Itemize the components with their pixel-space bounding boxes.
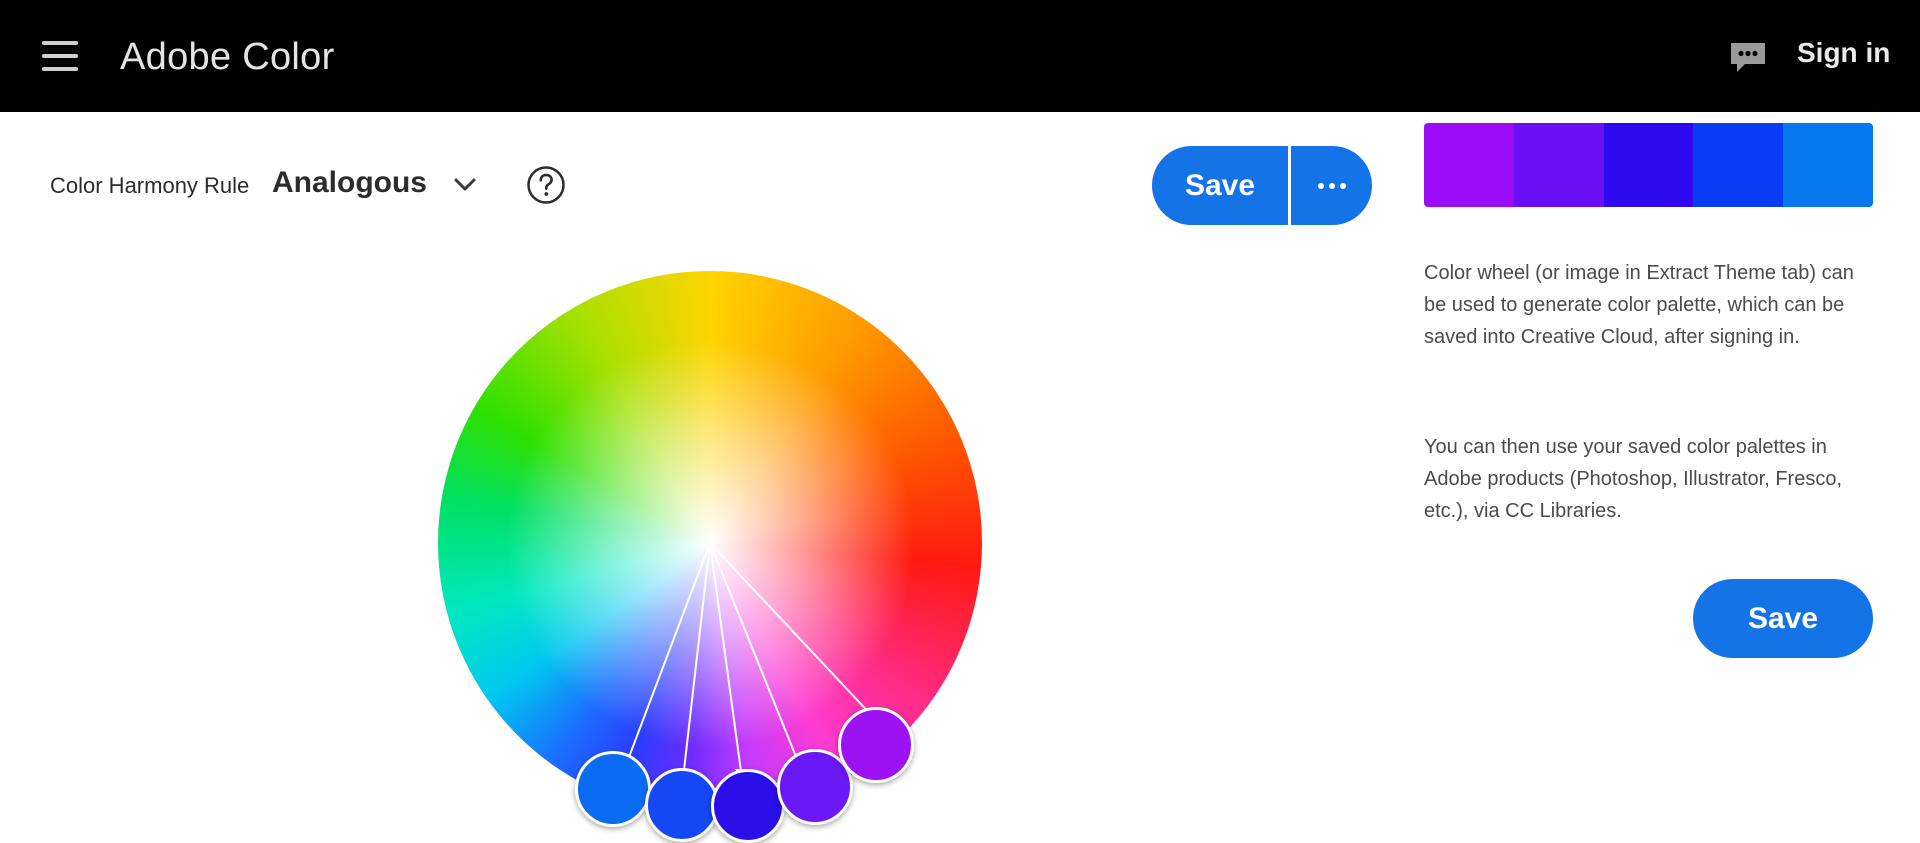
help-icon[interactable] (526, 165, 566, 205)
chevron-down-icon[interactable] (450, 170, 480, 200)
harmony-handle[interactable] (645, 768, 719, 842)
feedback-icon[interactable] (1728, 40, 1768, 76)
description-paragraph: You can then use your saved color palett… (1424, 436, 1842, 522)
harmony-rule-select[interactable]: Analogous (272, 166, 427, 200)
harmony-handle[interactable] (575, 751, 651, 827)
palette-swatch[interactable] (1603, 123, 1694, 207)
description-paragraph: Color wheel (or image in Extract Theme t… (1424, 262, 1854, 348)
base-color-handle[interactable] (711, 769, 785, 843)
color-palette (1424, 123, 1873, 207)
more-icon[interactable] (1291, 146, 1372, 225)
palette-swatch[interactable] (1513, 123, 1604, 207)
harmony-handle[interactable] (838, 707, 914, 783)
hamburger-icon[interactable] (42, 41, 78, 71)
app-title: Adobe Color (120, 36, 335, 78)
save-palette-button[interactable]: Save (1693, 579, 1873, 658)
sign-in-link[interactable]: Sign in (1797, 37, 1890, 69)
color-wheel-area (435, 271, 985, 843)
save-button[interactable]: Save (1152, 146, 1288, 225)
top-bar: Adobe Color Sign in (0, 0, 1920, 112)
save-button-group: Save (1152, 146, 1372, 225)
palette-swatch[interactable] (1783, 123, 1873, 207)
palette-swatch[interactable] (1424, 123, 1514, 207)
harmony-rule-label: Color Harmony Rule (50, 173, 250, 198)
palette-swatch[interactable] (1693, 123, 1784, 207)
